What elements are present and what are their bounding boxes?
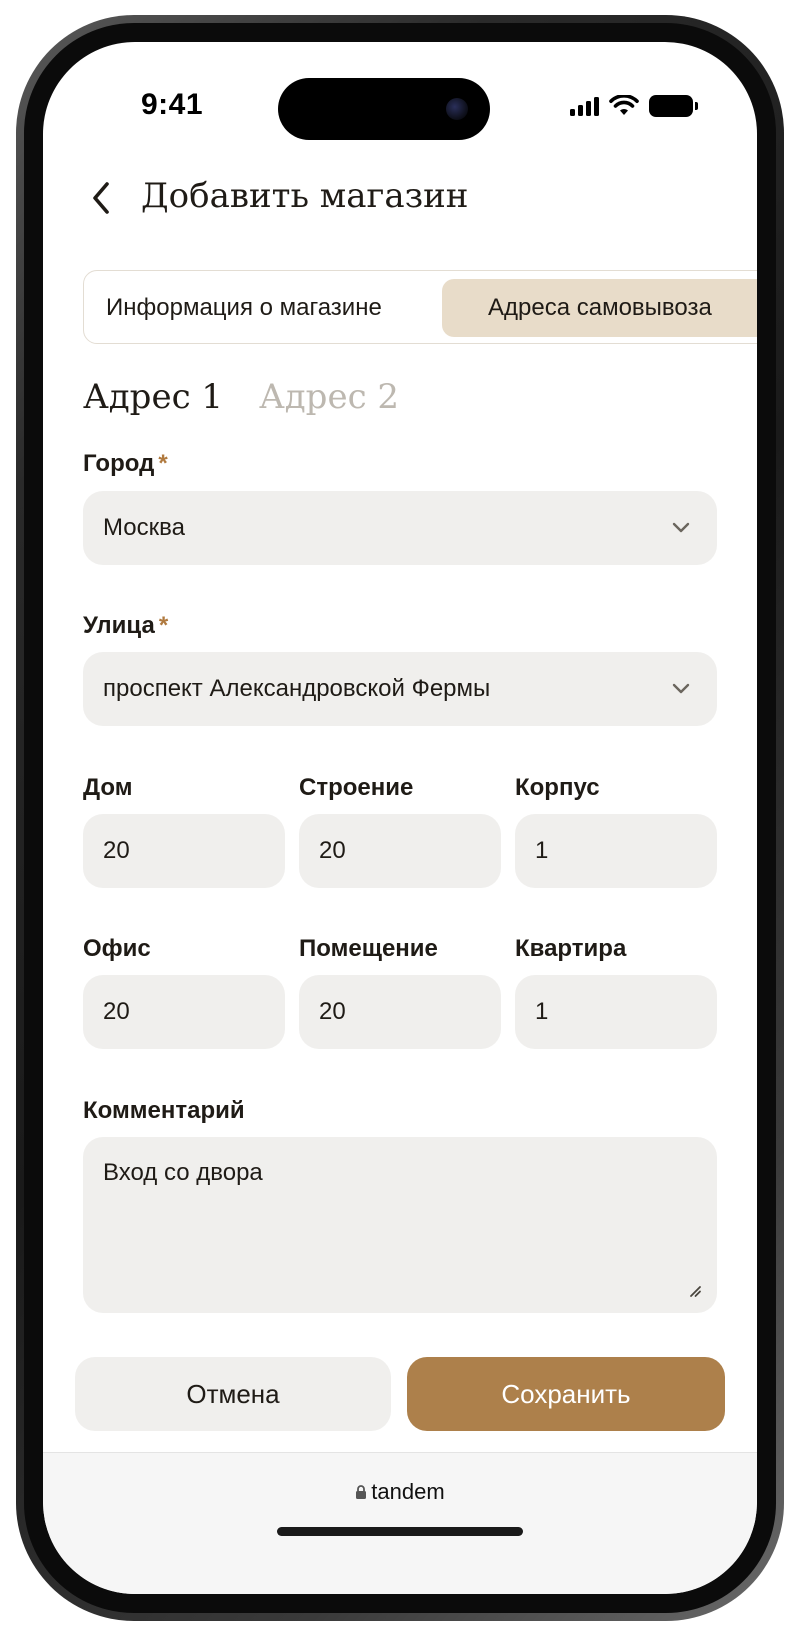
cellular-signal-icon bbox=[570, 96, 599, 116]
save-button[interactable]: Сохранить bbox=[407, 1357, 725, 1431]
apartment-input[interactable]: 1 bbox=[515, 975, 717, 1049]
status-icons bbox=[570, 94, 698, 118]
screen: 9:41 Добавить магазин Информация о магаз… bbox=[43, 42, 757, 1594]
office-input[interactable]: 20 bbox=[83, 975, 285, 1049]
dynamic-island bbox=[278, 78, 490, 140]
street-value: проспект Александровской Фермы bbox=[103, 675, 491, 702]
city-select[interactable]: Москва bbox=[83, 491, 717, 565]
cancel-button[interactable]: Отмена bbox=[75, 1357, 391, 1431]
premises-input[interactable]: 20 bbox=[299, 975, 501, 1049]
status-time: 9:41 bbox=[141, 88, 204, 121]
office-label: Офис bbox=[83, 935, 151, 962]
section-tabs: Информация о магазине Адреса самовывоза bbox=[83, 270, 757, 344]
phone-frame: 9:41 Добавить магазин Информация о магаз… bbox=[16, 15, 784, 1621]
tab-address-2[interactable]: Адрес 2 bbox=[259, 377, 399, 417]
url-field[interactable]: tandem bbox=[43, 1479, 757, 1505]
tab-store-info[interactable]: Информация о магазине bbox=[106, 279, 382, 337]
block-label: Корпус bbox=[515, 774, 600, 801]
apartment-label: Квартира bbox=[515, 935, 627, 962]
camera-icon bbox=[446, 98, 468, 120]
block-input[interactable]: 1 bbox=[515, 814, 717, 888]
lock-icon bbox=[356, 1485, 367, 1499]
comment-label: Комментарий bbox=[83, 1097, 245, 1124]
city-value: Москва bbox=[103, 514, 185, 541]
page-title: Добавить магазин bbox=[141, 176, 469, 216]
tab-pickup-addresses[interactable]: Адреса самовывоза bbox=[442, 279, 757, 337]
wifi-icon bbox=[609, 95, 639, 115]
premises-label: Помещение bbox=[299, 935, 438, 962]
battery-icon bbox=[649, 95, 698, 117]
browser-address-bar: tandem bbox=[43, 1452, 757, 1594]
building-label: Строение bbox=[299, 774, 414, 801]
house-input[interactable]: 20 bbox=[83, 814, 285, 888]
house-label: Дом bbox=[83, 774, 133, 801]
required-mark: * bbox=[158, 450, 168, 477]
comment-textarea[interactable]: Вход со двора bbox=[83, 1137, 717, 1313]
url-text: tandem bbox=[371, 1479, 445, 1504]
required-mark: * bbox=[158, 612, 169, 639]
chevron-down-icon bbox=[672, 522, 690, 533]
chevron-left-icon[interactable] bbox=[87, 174, 119, 222]
resize-handle-icon[interactable] bbox=[687, 1283, 703, 1299]
street-label: Улица * bbox=[83, 612, 169, 639]
building-input[interactable]: 20 bbox=[299, 814, 501, 888]
home-indicator[interactable] bbox=[277, 1527, 523, 1536]
city-label: Город * bbox=[83, 450, 168, 477]
comment-value: Вход со двора bbox=[103, 1159, 263, 1186]
tab-address-1[interactable]: Адрес 1 bbox=[83, 377, 223, 417]
chevron-down-icon bbox=[672, 683, 690, 694]
street-select[interactable]: проспект Александровской Фермы bbox=[83, 652, 717, 726]
